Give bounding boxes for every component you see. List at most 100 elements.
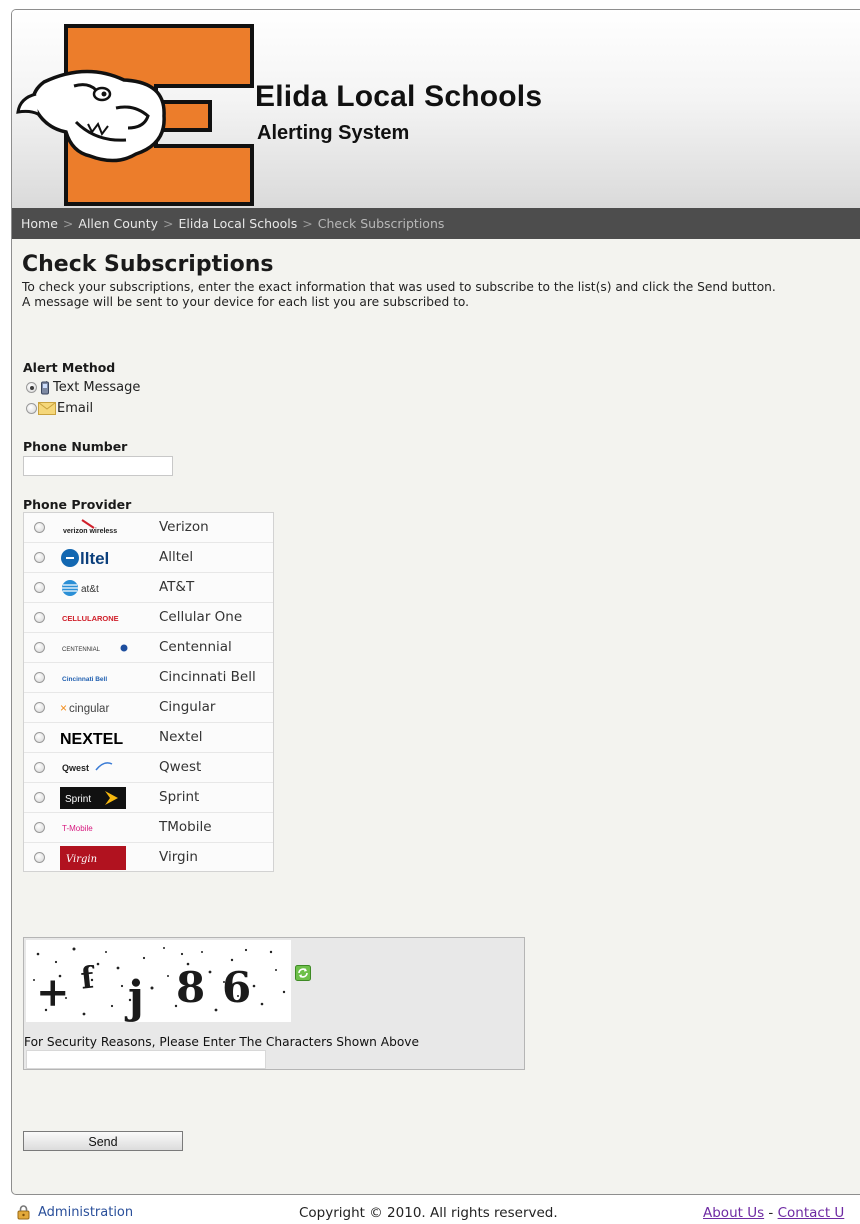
- svg-text:Qwest: Qwest: [62, 763, 89, 773]
- alert-method-email[interactable]: Email: [26, 401, 93, 416]
- cingular-logo: × cingular: [60, 697, 152, 719]
- cellular-one-logo: CELLULARONE: [60, 607, 152, 629]
- provider-row[interactable]: Virgin Virgin: [24, 843, 273, 873]
- svg-text:8: 8: [176, 963, 205, 1012]
- breadcrumb-elida-local-schools[interactable]: Elida Local Schools: [179, 216, 298, 231]
- refresh-captcha-icon[interactable]: [295, 965, 311, 981]
- intro-text: To check your subscriptions, enter the e…: [22, 280, 848, 309]
- svg-text:CENTENNIAL: CENTENNIAL: [62, 647, 101, 653]
- svg-text:+: +: [36, 969, 70, 1016]
- svg-text:6: 6: [222, 963, 251, 1012]
- provider-name: Cincinnati Bell: [159, 669, 256, 685]
- virgin-logo: Virgin: [60, 846, 152, 870]
- phone-number-input[interactable]: [23, 456, 173, 476]
- verizon-logo: verizon wireless: [60, 517, 152, 539]
- provider-radio[interactable]: [34, 822, 45, 833]
- provider-radio[interactable]: [34, 792, 45, 803]
- breadcrumb-separator: >: [62, 216, 74, 231]
- email-label: Email: [57, 401, 94, 416]
- svg-text:cingular: cingular: [69, 703, 109, 715]
- svg-text:Cincinnati Bell: Cincinnati Bell: [62, 676, 107, 683]
- alert-method-label: Alert Method: [23, 360, 116, 375]
- svg-text:NEXTEL: NEXTEL: [60, 731, 123, 748]
- provider-row[interactable]: T-Mobile TMobile: [24, 813, 273, 843]
- svg-text:Sprint: Sprint: [65, 794, 91, 805]
- nextel-logo: NEXTEL: [60, 727, 152, 749]
- administration-link[interactable]: Administration: [16, 1205, 133, 1220]
- provider-radio[interactable]: [34, 852, 45, 863]
- intro-line-2: A message will be sent to your device fo…: [22, 294, 470, 309]
- copyright-text: Copyright © 2010. All rights reserved.: [299, 1205, 558, 1221]
- provider-row[interactable]: verizon wireless Verizon: [24, 513, 273, 543]
- captcha-box: + f j 8 6 For Security Reasons, Please E…: [23, 937, 525, 1070]
- school-logo[interactable]: [16, 24, 261, 206]
- provider-radio[interactable]: [34, 672, 45, 683]
- footer-link-separator: -: [768, 1205, 774, 1221]
- site-title: Elida Local Schools: [255, 80, 543, 113]
- provider-radio[interactable]: [34, 612, 45, 623]
- provider-radio[interactable]: [34, 702, 45, 713]
- provider-row[interactable]: lltel Alltel: [24, 543, 273, 573]
- svg-text:verizon wireless: verizon wireless: [63, 528, 117, 535]
- administration-label: Administration: [38, 1205, 134, 1220]
- cincinnati-bell-logo: Cincinnati Bell: [60, 667, 152, 689]
- send-button[interactable]: Send: [23, 1131, 183, 1151]
- provider-row[interactable]: CENTENNIAL Centennial: [24, 633, 273, 663]
- provider-radio[interactable]: [34, 762, 45, 773]
- breadcrumb: Home > Allen County > Elida Local Schools > Ch…: [12, 208, 860, 239]
- provider-name: Cellular One: [159, 609, 243, 625]
- provider-name: Verizon: [159, 519, 209, 535]
- att-logo: at&t: [60, 577, 152, 599]
- breadcrumb-separator: >: [163, 216, 174, 231]
- centennial-logo: CENTENNIAL: [60, 637, 152, 659]
- breadcrumb-current: Check Subscriptions: [317, 216, 445, 231]
- provider-name: Centennial: [159, 639, 232, 655]
- provider-radio[interactable]: [34, 642, 45, 653]
- provider-name: Sprint: [159, 789, 200, 805]
- site-header: Elida Local Schools Alerting System: [12, 10, 860, 208]
- main-content: Check Subscriptions To check your subscr…: [22, 252, 860, 309]
- footer: Administration Copyright © 2010. All rig…: [0, 1196, 860, 1224]
- contact-us-link[interactable]: Contact U: [778, 1205, 845, 1221]
- breadcrumb-allen-county[interactable]: Allen County: [78, 216, 158, 231]
- provider-radio[interactable]: [34, 522, 45, 533]
- phone-number-label: Phone Number: [23, 439, 128, 454]
- qwest-logo: Qwest: [60, 757, 152, 779]
- email-radio[interactable]: [26, 403, 37, 414]
- svg-text:CELLULARONE: CELLULARONE: [62, 614, 119, 623]
- provider-name: Cingular: [159, 699, 216, 715]
- captcha-input[interactable]: [26, 1050, 266, 1069]
- svg-text:at&t: at&t: [81, 584, 99, 595]
- provider-radio[interactable]: [34, 552, 45, 563]
- provider-radio[interactable]: [34, 582, 45, 593]
- breadcrumb-home[interactable]: Home: [21, 216, 58, 231]
- sprint-logo: Sprint: [60, 787, 152, 809]
- text-message-label: Text Message: [53, 380, 141, 395]
- phone-provider-label: Phone Provider: [23, 497, 132, 512]
- about-us-link[interactable]: About Us: [703, 1205, 764, 1221]
- provider-row[interactable]: Sprint Sprint: [24, 783, 273, 813]
- svg-text:T-Mobile: T-Mobile: [62, 824, 93, 833]
- provider-row[interactable]: × cingular Cingular: [24, 693, 273, 723]
- provider-row[interactable]: CELLULARONE Cellular One: [24, 603, 273, 633]
- provider-radio[interactable]: [34, 732, 45, 743]
- provider-name: Qwest: [159, 759, 202, 775]
- site-subtitle: Alerting System: [257, 122, 410, 144]
- provider-name: TMobile: [159, 819, 212, 835]
- provider-name: Nextel: [159, 729, 203, 745]
- intro-line-1: To check your subscriptions, enter the e…: [22, 280, 776, 294]
- provider-row[interactable]: at&t AT&T: [24, 573, 273, 603]
- page-title: Check Subscriptions: [22, 252, 274, 277]
- envelope-icon: [38, 402, 56, 415]
- captcha-prompt: For Security Reasons, Please Enter The C…: [24, 1035, 420, 1049]
- provider-row[interactable]: Qwest Qwest: [24, 753, 273, 783]
- admin-lock-icon: [17, 1205, 30, 1220]
- alert-method-text-message[interactable]: Text Message: [26, 380, 140, 395]
- text-message-radio[interactable]: [26, 382, 37, 393]
- svg-text:×: ×: [60, 701, 67, 715]
- provider-name: Virgin: [159, 849, 198, 865]
- provider-table: verizon wireless Verizon lltel Alltel at…: [23, 512, 274, 872]
- provider-row[interactable]: Cincinnati Bell Cincinnati Bell: [24, 663, 273, 693]
- tmobile-logo: T-Mobile: [60, 817, 152, 839]
- provider-row[interactable]: NEXTEL Nextel: [24, 723, 273, 753]
